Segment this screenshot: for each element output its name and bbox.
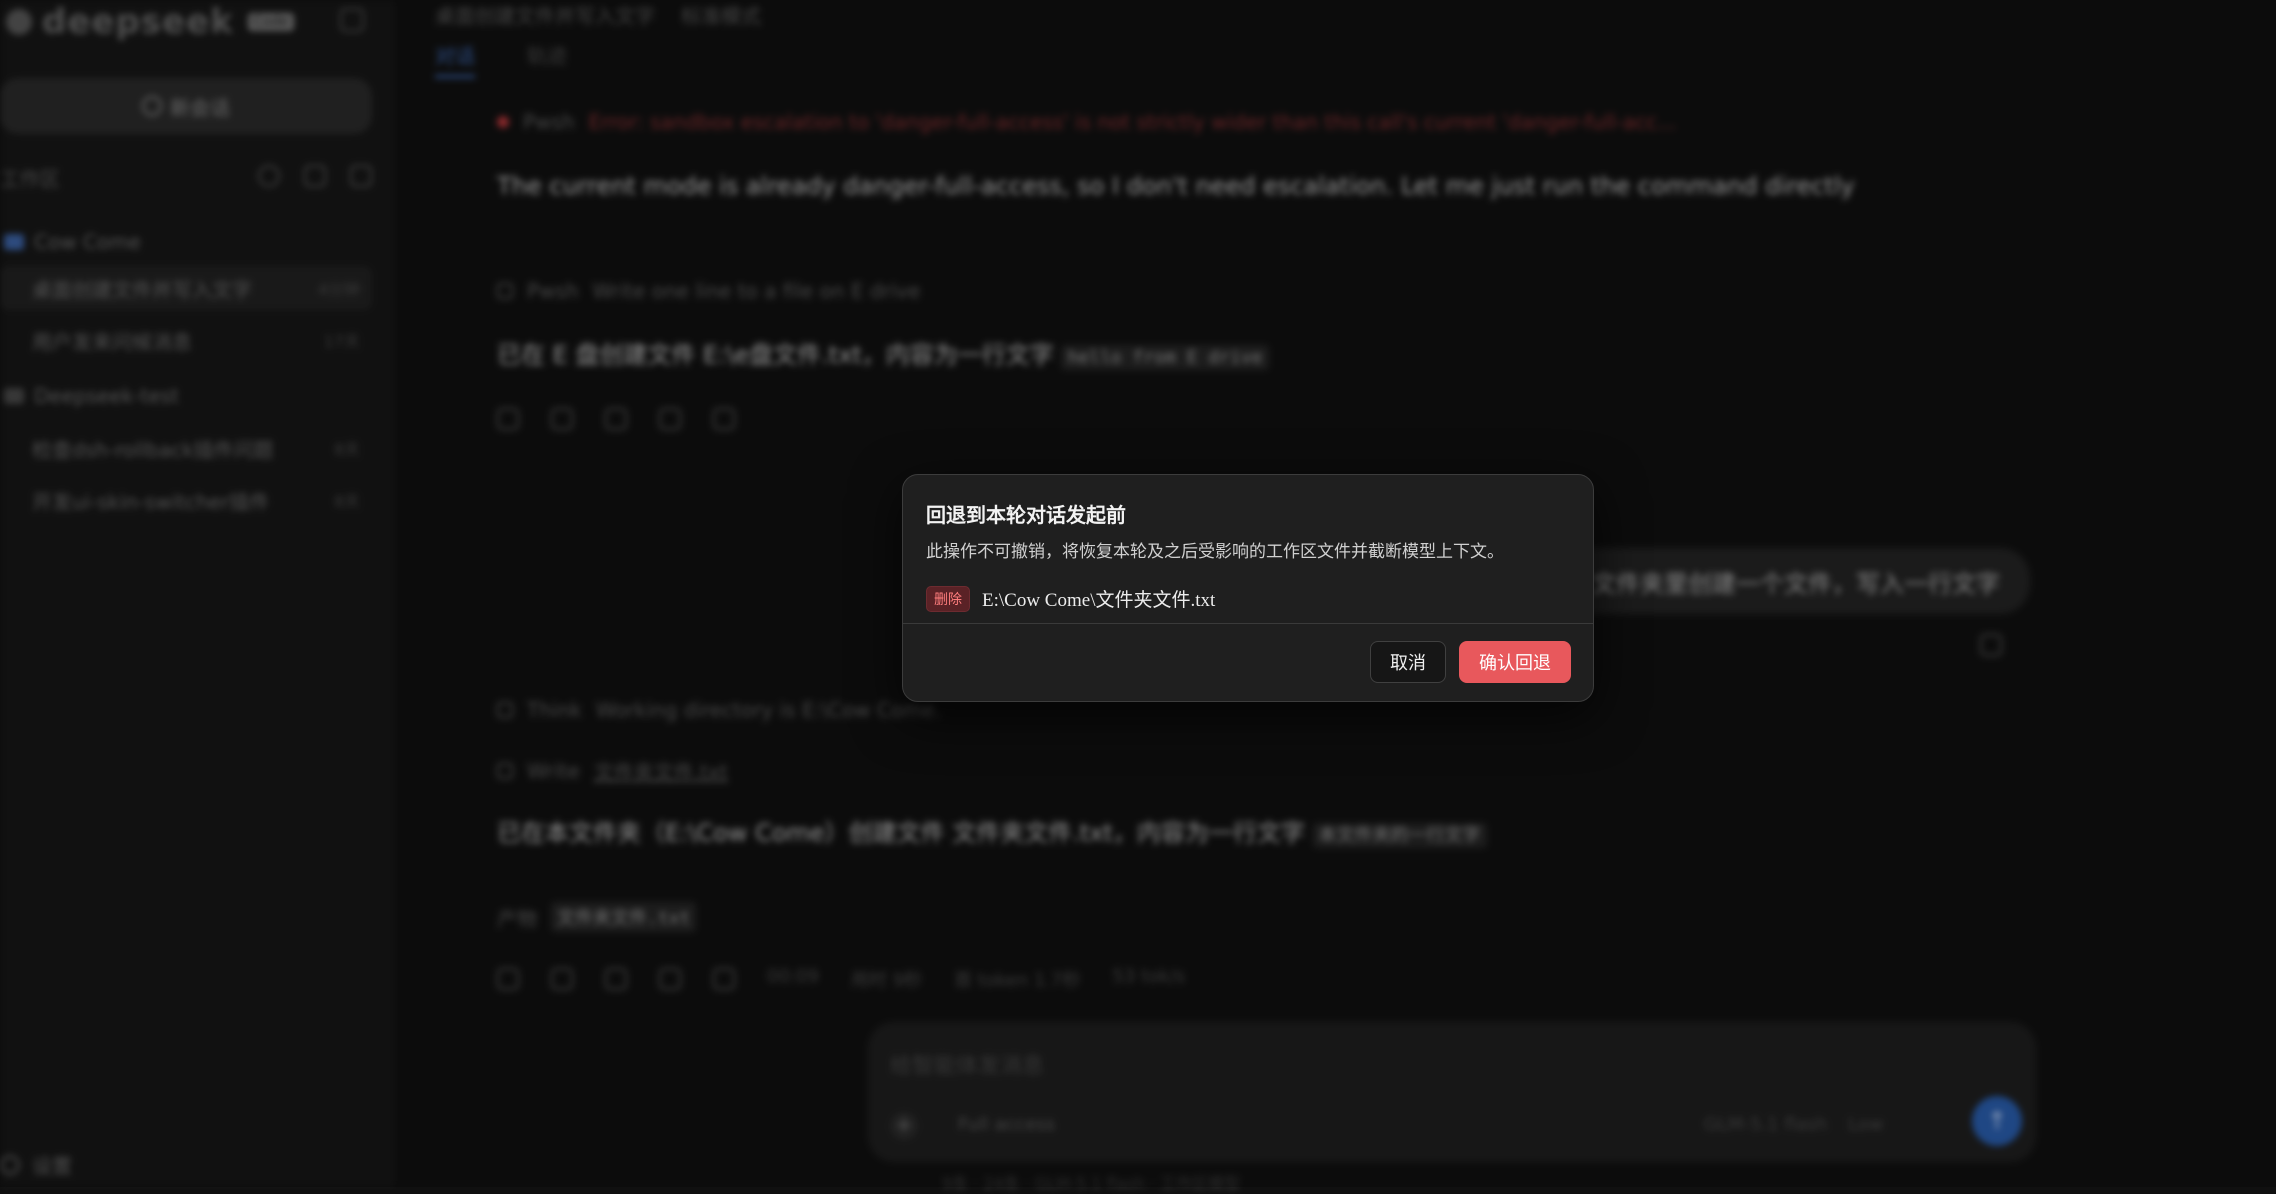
cancel-button[interactable]: 取消 xyxy=(1370,641,1446,683)
affected-file-path: E:\Cow Come\文件夹文件.txt xyxy=(982,590,1216,611)
rollback-dialog: 回退到本轮对话发起前 此操作不可撤销，将恢复本轮及之后受影响的工作区文件并截断模… xyxy=(902,474,1594,702)
dialog-description: 此操作不可撤销，将恢复本轮及之后受影响的工作区文件并截断模型上下文。 xyxy=(926,542,1504,562)
affected-file-row: 删除 E:\Cow Come\文件夹文件.txt xyxy=(926,585,1215,612)
dialog-divider xyxy=(903,623,1593,624)
delete-badge: 删除 xyxy=(926,585,970,612)
dialog-title: 回退到本轮对话发起前 xyxy=(926,503,1126,527)
confirm-rollback-button[interactable]: 确认回退 xyxy=(1459,641,1571,683)
